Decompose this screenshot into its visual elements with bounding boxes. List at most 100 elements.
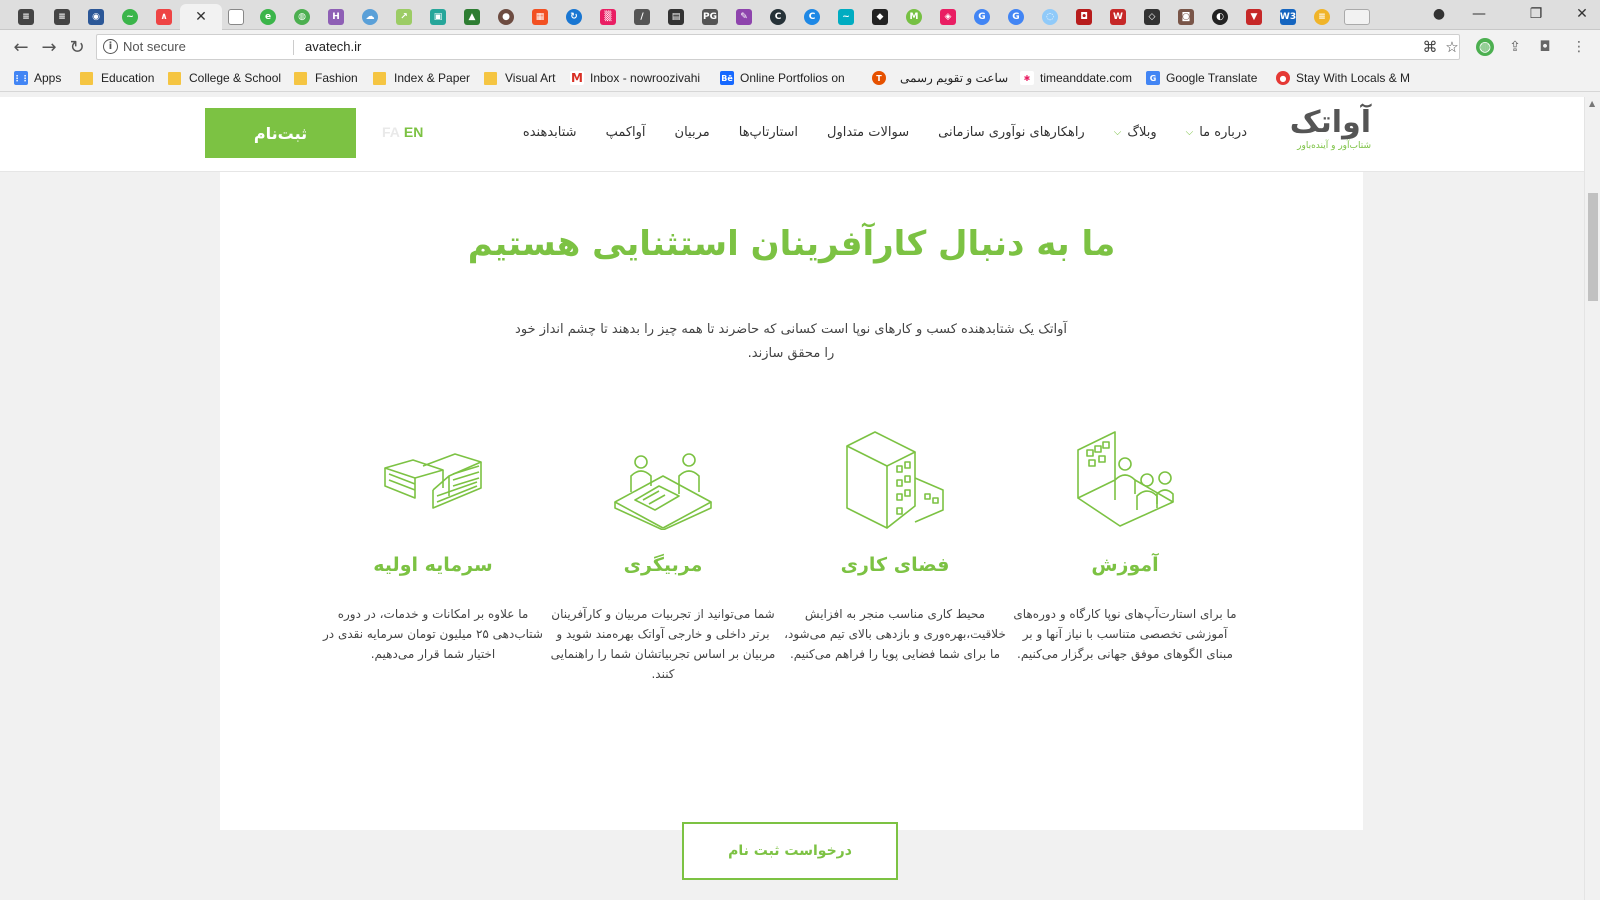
tab[interactable] [220, 4, 252, 30]
tab[interactable]: ◆ [864, 4, 896, 30]
tab[interactable]: ◉ [80, 4, 112, 30]
tab[interactable]: ◌ [1034, 4, 1066, 30]
tab[interactable]: G [966, 4, 998, 30]
tab[interactable]: ▲ [456, 4, 488, 30]
menu-item-corporate-innovation[interactable]: راهکارهای نوآوری سازمانی [938, 125, 1085, 140]
tab[interactable]: ☁ [354, 4, 386, 30]
bookmark-gmail[interactable]: M Inbox - nowroozivahi [570, 69, 704, 87]
tab[interactable]: ∧ [148, 4, 180, 30]
layers-icon: ≡ [54, 9, 70, 25]
tab-active[interactable]: ✕ [180, 4, 222, 30]
tab[interactable]: C [796, 4, 828, 30]
refresh-icon: ↻ [566, 9, 582, 25]
menu-item-accelerator[interactable]: شتابدهنده [523, 125, 577, 140]
scrollbar-thumb[interactable] [1588, 193, 1598, 301]
seal-icon: ◉ [88, 9, 104, 25]
bookmark-label: ساعت و تقویم رسمی [900, 71, 1009, 85]
address-bar[interactable]: i Not secure avatech.ir ⌘ ☆ [96, 34, 1460, 60]
scroll-up-icon[interactable]: ▲ [1589, 99, 1595, 108]
menu-item-avacamp[interactable]: آواکمپ [606, 125, 646, 140]
reload-button[interactable]: ↻ [65, 36, 89, 58]
minimize-button[interactable]: — [1465, 4, 1493, 24]
tab[interactable]: M [898, 4, 930, 30]
tab[interactable]: / [626, 4, 658, 30]
tab[interactable]: C [762, 4, 794, 30]
tab[interactable]: ▼ [1238, 4, 1270, 30]
tab[interactable]: ◙ [1170, 4, 1202, 30]
menu-icon[interactable]: ⋮ [1570, 38, 1588, 56]
tab[interactable]: ~ [114, 4, 146, 30]
lang-fa[interactable]: FA [382, 124, 400, 140]
profile-icon[interactable]: ● [1425, 4, 1453, 24]
tab[interactable]: ▣ [422, 4, 454, 30]
extension-globe-icon[interactable]: ◍ [1476, 38, 1494, 56]
new-tab-button[interactable] [1342, 4, 1372, 30]
bookmark-label: Education [101, 71, 155, 85]
tab[interactable]: ● [490, 4, 522, 30]
info-icon[interactable]: i [103, 39, 118, 54]
url-text[interactable]: avatech.ir [305, 39, 361, 54]
menu-item-about[interactable]: درباره ما ⌵ [1186, 125, 1247, 140]
bookmark-folder[interactable]: Fashion [294, 69, 358, 87]
menu-label: درباره ما [1199, 125, 1247, 140]
app-icon: / [634, 9, 650, 25]
bookmark-folder[interactable]: Education [80, 69, 154, 87]
bookmark-folder[interactable]: Index & Paper [373, 69, 470, 87]
menu-item-mentors[interactable]: مربیان [675, 125, 710, 140]
app-icon: ▒ [600, 9, 616, 25]
logo-tagline: شتاب‌آور و آینده‌باور [1297, 141, 1371, 151]
feature-title: آموزش [1091, 554, 1159, 576]
tab[interactable]: ◇ [1136, 4, 1168, 30]
tab[interactable]: ~ [830, 4, 862, 30]
camera-icon[interactable]: ◘ [1536, 38, 1554, 56]
lang-en[interactable]: EN [404, 124, 423, 140]
close-icon[interactable]: ✕ [195, 9, 207, 25]
bookmark-time[interactable]: T [872, 69, 892, 87]
tab[interactable]: ≡ [10, 4, 42, 30]
registration-request-button[interactable]: درخواست ثبت نام [682, 822, 898, 880]
translate-icon[interactable]: ⌘ [1421, 38, 1439, 56]
tab[interactable]: ◈ [932, 4, 964, 30]
menu-item-startups[interactable]: استارتاپ‌ها [739, 125, 798, 140]
signup-button[interactable]: ثبت‌نام [205, 108, 356, 158]
extension-icon[interactable]: ⇪ [1506, 38, 1524, 56]
tab[interactable]: PG [694, 4, 726, 30]
bookmark-timeanddate[interactable]: ✱ timeanddate.com [1020, 69, 1132, 87]
bookmark-folder[interactable]: College & School [168, 69, 281, 87]
tab[interactable]: W [1102, 4, 1134, 30]
tab[interactable]: ▒ [592, 4, 624, 30]
star-icon[interactable]: ☆ [1443, 38, 1461, 56]
tab[interactable]: H [320, 4, 352, 30]
forward-button[interactable]: → [37, 36, 61, 58]
bookmark-behance[interactable]: Bē Online Portfolios on [720, 69, 858, 87]
bookmark-apps[interactable]: ⋮⋮ Apps [13, 69, 61, 87]
bookmark-folder[interactable]: Visual Art [484, 69, 555, 87]
close-window-button[interactable]: ✕ [1568, 4, 1596, 24]
tab[interactable]: ≡ [46, 4, 78, 30]
tab[interactable]: ▦ [524, 4, 556, 30]
restore-button[interactable]: ❐ [1522, 4, 1550, 24]
bookmark-calendar[interactable]: ساعت و تقویم رسمی [900, 69, 1008, 87]
menu-item-faq[interactable]: سوالات متداول [827, 125, 909, 140]
tab[interactable]: ◍ [286, 4, 318, 30]
tab[interactable]: ◐ [1204, 4, 1236, 30]
tab[interactable]: W3 [1272, 4, 1304, 30]
tab[interactable]: e [252, 4, 284, 30]
page-scrollbar[interactable]: ▲ [1584, 97, 1600, 900]
back-button[interactable]: ← [9, 36, 33, 58]
menu-item-blog[interactable]: وبلاگ ⌵ [1114, 125, 1157, 140]
tab[interactable]: ≡ [1306, 4, 1338, 30]
bookmark-staywith[interactable]: ● Stay With Locals & M [1276, 69, 1416, 87]
main-menu: شتابدهنده آواکمپ مربیان استارتاپ‌ها سوال… [494, 125, 1247, 140]
site-logo[interactable]: آواتک شتاب‌آور و آینده‌باور [1289, 105, 1371, 157]
bookmark-google-translate[interactable]: G Google Translate [1146, 69, 1257, 87]
tab[interactable]: ↗ [388, 4, 420, 30]
tab[interactable]: ◘ [1068, 4, 1100, 30]
language-switcher: FA EN [382, 124, 423, 140]
tab[interactable]: ✎ [728, 4, 760, 30]
tab[interactable]: ↻ [558, 4, 590, 30]
feature-mentoring: مربیگری شما می‌توانید از تجربیات مربیان … [548, 430, 778, 684]
feature-text: محیط کاری مناسب منجر به افزایش خلاقیت،به… [784, 607, 1006, 661]
tab[interactable]: G [1000, 4, 1032, 30]
tab[interactable]: ▤ [660, 4, 692, 30]
